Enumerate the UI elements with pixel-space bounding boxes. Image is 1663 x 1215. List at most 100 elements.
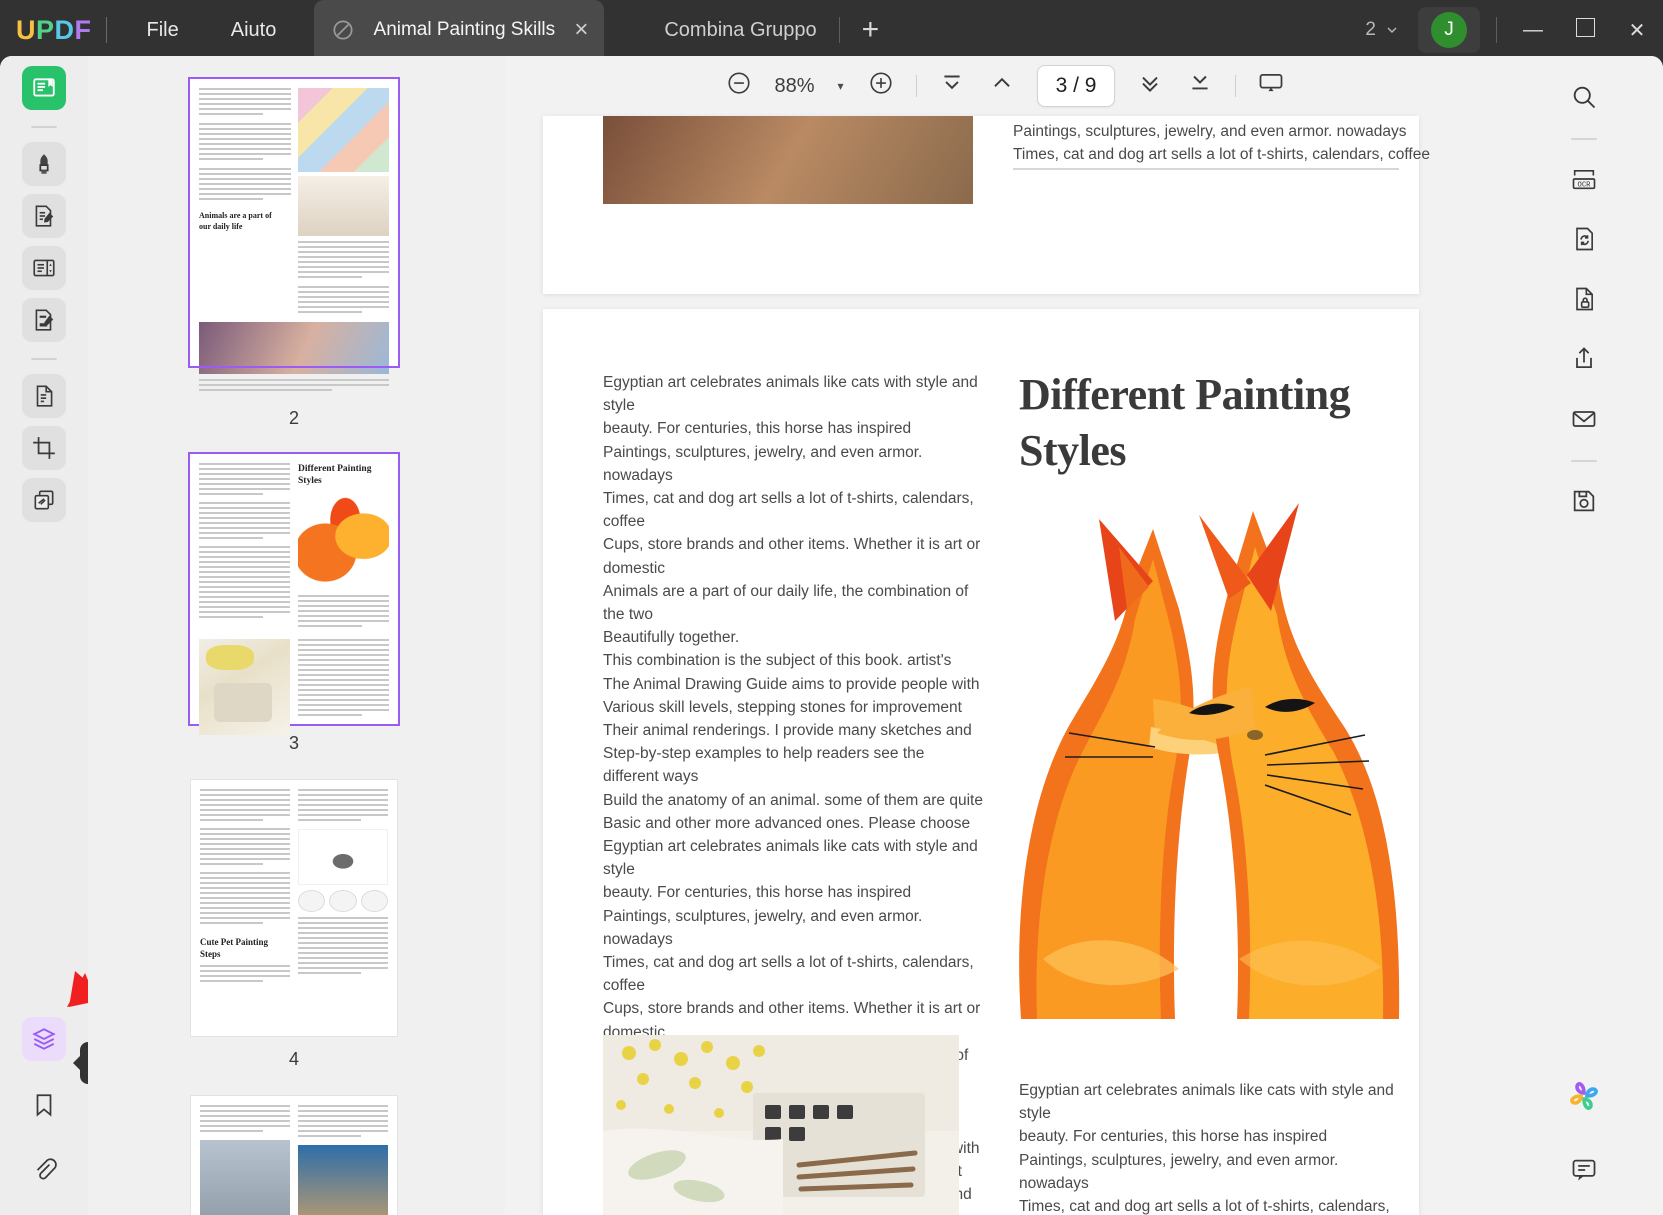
doc-line: Paintings, sculptures, jewelry, and even… <box>603 443 923 484</box>
ocr-icon: OCR <box>1572 170 1596 189</box>
ai-assistant-button[interactable] <box>1561 1073 1607 1119</box>
updf-logo: U P D F <box>16 14 92 45</box>
presentation-screen-icon <box>1260 73 1283 92</box>
thumbnail-label-4: 4 <box>288 1049 299 1069</box>
prev-page-button[interactable] <box>977 70 1027 102</box>
zoom-in-button[interactable] <box>856 70 906 102</box>
thumbnail-page-5[interactable] <box>190 1095 398 1215</box>
convert-refresh-icon <box>1576 227 1593 251</box>
stacked-pages-icon <box>34 490 54 510</box>
thumbnail-label-3: 3 <box>288 733 299 753</box>
doc-line: Step-by-step examples to help readers se… <box>603 745 925 786</box>
doc-line: Cups, store brands and other items. Whet… <box>603 536 981 577</box>
convert-button[interactable] <box>1561 216 1607 262</box>
new-tab-button[interactable]: + <box>862 15 880 45</box>
pdf-page-3[interactable]: Egyptian art celebrates animals like cat… <box>543 309 1419 1215</box>
email-button[interactable] <box>1561 396 1607 442</box>
ai-assistant-icon <box>1570 1082 1598 1110</box>
maximize-button[interactable] <box>1559 17 1611 43</box>
doc-line: Times, cat and dog art sells a lot of t-… <box>603 490 974 531</box>
bookmark-icon <box>36 1094 52 1117</box>
logo-letter-d: D <box>54 14 75 45</box>
convert-file-icon <box>36 385 53 407</box>
sidebar-item-edit-text[interactable] <box>22 194 66 238</box>
title-bar: U P D F File Aiuto Animal Painting Skill… <box>0 0 1663 60</box>
menu-aiuto[interactable]: Aiuto <box>205 0 303 60</box>
doc-line: Various skill levels, stepping stones fo… <box>603 698 962 716</box>
logo-letter-u: U <box>16 14 36 45</box>
doc-line: Beautifully together. <box>603 629 740 647</box>
sidebar-item-convert[interactable] <box>22 374 66 418</box>
thumbnail-page-3[interactable]: Different Painting Styles <box>188 452 400 735</box>
sidebar-item-crop[interactable] <box>22 426 66 470</box>
rail-divider <box>31 358 57 360</box>
pdf-page-2-partial: Paintings, sculptures, jewelry, and even… <box>543 116 1430 294</box>
window-count-selector[interactable]: 2 <box>1365 19 1400 41</box>
sidebar-item-organize[interactable] <box>22 246 66 290</box>
thumbnail-label-2: 2 <box>288 408 299 428</box>
left-tool-rail <box>0 56 88 1215</box>
zoom-dropdown-button[interactable]: ▾ <box>826 79 856 93</box>
first-page-button[interactable] <box>927 70 977 102</box>
divider <box>838 17 840 43</box>
last-page-icon <box>1192 75 1209 90</box>
viewer-toolbar: 88% ▾ 3 / 9 <box>505 56 1505 116</box>
book-reader-icon <box>33 78 55 97</box>
document-slash-icon <box>333 20 353 40</box>
doc-line: Paintings, sculptures, jewelry, and even… <box>603 907 923 948</box>
doc-line: beauty. For centuries, this horse has in… <box>1019 1128 1328 1146</box>
zoom-in-icon <box>870 72 892 94</box>
email-envelope-icon <box>1572 411 1596 427</box>
doc-line: Egyptian art celebrates animals like cat… <box>603 838 978 879</box>
right-tool-rail: OCR <box>1505 56 1663 1215</box>
combine-group-label[interactable]: Combina Gruppo <box>664 19 816 42</box>
next-page-button[interactable] <box>1125 70 1175 102</box>
document-tab[interactable]: Animal Painting Skills × <box>314 0 605 60</box>
sidebar-item-highlighter[interactable] <box>22 142 66 186</box>
zoom-out-button[interactable] <box>714 70 764 102</box>
ocr-button[interactable]: OCR <box>1561 156 1607 202</box>
save-button[interactable] <box>1561 478 1607 524</box>
divider <box>1235 75 1237 97</box>
protect-button[interactable] <box>1561 276 1607 322</box>
thumbnail-panel[interactable]: Animals are a part of our daily life 2 D… <box>88 56 505 1215</box>
thumbnail-page-4[interactable]: Cute Pet Painting Steps <box>190 779 398 1037</box>
doc-line: The Animal Drawing Guide aims to provide… <box>603 675 980 693</box>
minimize-button[interactable]: — <box>1507 19 1559 42</box>
page-title: Different Painting Styles <box>1019 370 1351 475</box>
next-page-icon <box>1142 76 1159 92</box>
sidebar-item-batch[interactable] <box>22 478 66 522</box>
organize-pages-icon <box>33 259 55 277</box>
last-page-button[interactable] <box>1175 70 1225 102</box>
sidebar-item-annotate[interactable] <box>22 298 66 342</box>
logo-letter-p: P <box>36 14 55 45</box>
sidebar-item-attachments[interactable] <box>22 1147 66 1191</box>
close-tab-icon[interactable]: × <box>574 18 588 42</box>
doc-line: Times, cat and dog art sells a lot of t-… <box>1019 1198 1390 1215</box>
comment-button[interactable] <box>1561 1147 1607 1193</box>
sidebar-item-reader[interactable] <box>22 66 66 110</box>
divider <box>105 17 107 43</box>
menu-file[interactable]: File <box>121 0 205 60</box>
page3-right-column: Egyptian art celebrates animals like cat… <box>1019 1079 1405 1215</box>
search-button[interactable] <box>1561 74 1607 120</box>
chevron-down-icon <box>1387 27 1397 33</box>
palette-photo <box>603 1035 959 1215</box>
thumbnail-page-2[interactable]: Animals are a part of our daily life <box>188 77 400 391</box>
fox-illustration <box>1003 489 1401 1019</box>
crop-icon <box>33 437 55 459</box>
document-viewer[interactable]: 88% ▾ 3 / 9 Paintings, sculptures, jewel… <box>505 56 1505 1215</box>
account-button[interactable]: J <box>1418 7 1480 53</box>
page-indicator[interactable]: 3 / 9 <box>1036 65 1116 107</box>
close-window-button[interactable]: ✕ <box>1611 18 1663 43</box>
doc-line: Build the anatomy of an animal. some of … <box>603 791 983 809</box>
thumbnail-heading: Cute Pet Painting Steps <box>200 937 268 959</box>
sidebar-item-miniature[interactable] <box>22 1017 66 1061</box>
zoom-level-value: 88% <box>774 74 815 97</box>
share-button[interactable] <box>1561 336 1607 382</box>
sidebar-item-bookmarks[interactable] <box>22 1083 66 1127</box>
presentation-button[interactable] <box>1246 69 1296 103</box>
search-icon <box>1573 86 1596 109</box>
thumbnail-heading: Animals are a part of our daily life <box>199 211 272 231</box>
doc-line: beauty. For centuries, this horse has in… <box>603 884 912 902</box>
